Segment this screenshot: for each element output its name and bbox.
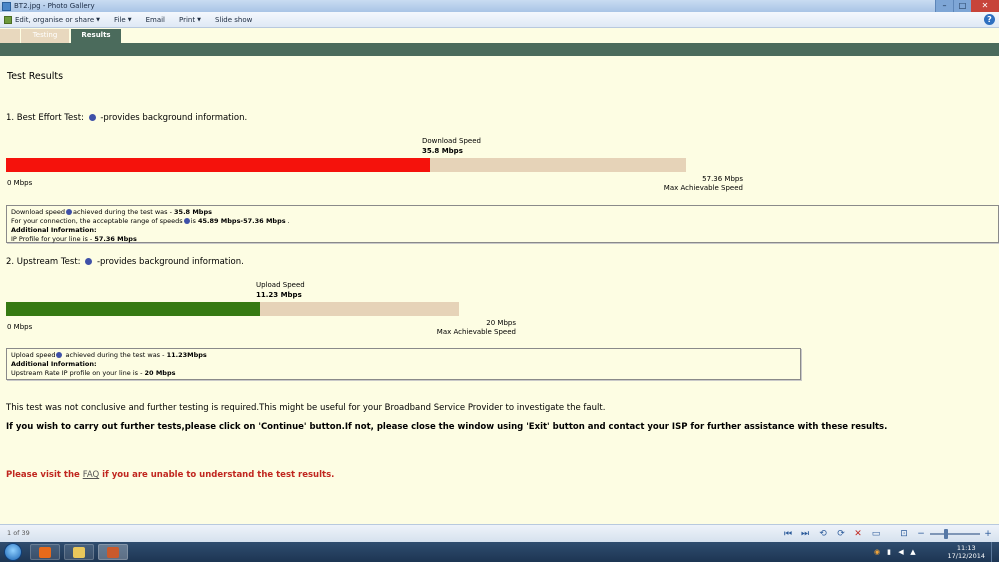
minimize-icon[interactable]: – — [935, 0, 953, 12]
maximize-icon[interactable]: □ — [953, 0, 971, 12]
upstream-title: 2. Upstream Test: -provides background i… — [6, 257, 244, 267]
taskbar-app-photo-gallery[interactable] — [98, 544, 128, 560]
start-button[interactable] — [4, 543, 22, 561]
print-menu-button[interactable]: Print ▼ — [179, 16, 201, 24]
taskbar-app-firefox[interactable] — [30, 544, 60, 560]
shield-icon[interactable]: ◉ — [873, 548, 881, 556]
zoom-slider[interactable] — [930, 533, 980, 535]
title-bar: BT2.jpg - Photo Gallery – □ ✕ — [0, 0, 999, 12]
instructions-message: If you wish to carry out further tests,p… — [6, 422, 888, 432]
chevron-down-icon: ▼ — [96, 16, 100, 23]
edit-share-icon — [4, 15, 12, 24]
close-icon[interactable]: ✕ — [971, 0, 999, 12]
page-title: Test Results — [7, 71, 64, 82]
faq-link[interactable]: FAQ — [83, 470, 99, 480]
tab-previous[interactable] — [0, 29, 20, 43]
zoom-in-icon[interactable]: + — [982, 528, 994, 540]
slide-show-button[interactable]: Slide show — [215, 16, 252, 24]
system-clock[interactable]: 11:13 17/12/2014 — [948, 544, 985, 560]
download-speed-fill — [6, 158, 431, 172]
show-desktop-button[interactable] — [991, 542, 999, 562]
edit-share-button[interactable]: Edit, organise or share ▼ — [4, 15, 100, 24]
tab-band — [0, 43, 999, 56]
tab-strip: Testing Results — [0, 29, 999, 43]
download-speed-bar — [6, 158, 686, 172]
info-icon[interactable] — [66, 209, 73, 215]
info-icon[interactable] — [183, 218, 190, 224]
download-speed-caption: Download Speed 35.8 Mbps — [422, 137, 481, 155]
email-button[interactable]: Email — [146, 16, 165, 24]
upload-scale-min: 0 Mbps — [7, 323, 33, 331]
flag-icon[interactable]: ▲ — [909, 548, 917, 556]
chevron-down-icon: ▼ — [127, 16, 132, 23]
file-menu-button[interactable]: File ▼ — [114, 16, 132, 24]
zoom-out-icon[interactable]: − — [915, 528, 927, 540]
photo-gallery-task-icon — [107, 547, 119, 558]
image-counter: 1 of 39 — [7, 529, 30, 537]
next-icon[interactable]: ⏭ — [799, 528, 811, 540]
gallery-controls-bar: 1 of 39 ⏮ ⏭ ⟲ ⟳ ✕ ▭ ⊡ − + — [0, 524, 999, 542]
info-icon[interactable] — [56, 352, 63, 358]
window-controls: – □ ✕ — [935, 0, 999, 12]
rotate-left-icon[interactable]: ⟲ — [817, 528, 829, 540]
help-icon[interactable]: ? — [984, 14, 995, 25]
upload-speed-caption: Upload Speed 11.23 Mbps — [256, 281, 305, 299]
taskbar: ◉ ▮ ◀ ▲ 11:13 17/12/2014 — [0, 542, 999, 562]
volume-icon[interactable]: ◀ — [897, 548, 905, 556]
network-icon[interactable]: ▮ — [885, 548, 893, 556]
upload-scale-max: 20 Mbps Max Achievable Speed — [436, 319, 516, 336]
taskbar-app-explorer[interactable] — [64, 544, 94, 560]
actual-size-icon[interactable]: ⊡ — [898, 528, 910, 540]
command-bar: Edit, organise or share ▼ File ▼ Email P… — [0, 12, 999, 28]
firefox-icon — [39, 547, 51, 558]
upload-speed-fill — [6, 302, 261, 316]
tab-results[interactable]: Results — [71, 29, 121, 43]
download-scale-min: 0 Mbps — [7, 179, 33, 187]
download-scale-max: 57.36 Mbps Max Achievable Speed — [663, 175, 743, 192]
zoom-slider-thumb[interactable] — [944, 529, 948, 539]
best-effort-title: 1. Best Effort Test: -provides backgroun… — [6, 113, 248, 123]
explorer-folder-icon — [73, 547, 85, 558]
faq-message: Please visit the FAQ if you are unable t… — [6, 470, 335, 480]
photo-gallery-icon — [2, 1, 11, 11]
upload-info-box: Upload speed achieved during the test wa… — [6, 348, 801, 380]
window-title: BT2.jpg - Photo Gallery — [14, 2, 95, 10]
system-tray: ◉ ▮ ◀ ▲ 11:13 17/12/2014 — [869, 542, 999, 562]
chevron-down-icon: ▼ — [197, 16, 201, 23]
play-slideshow-icon[interactable]: ▭ — [870, 528, 882, 540]
inconclusive-message: This test was not conclusive and further… — [6, 403, 606, 413]
download-info-box: Download speed achieved during the test w… — [6, 205, 999, 243]
tab-testing[interactable]: Testing — [21, 29, 69, 43]
rotate-right-icon[interactable]: ⟳ — [835, 528, 847, 540]
upload-speed-bar — [6, 302, 459, 316]
info-icon[interactable] — [85, 258, 93, 265]
info-icon[interactable] — [88, 114, 96, 121]
delete-icon[interactable]: ✕ — [852, 528, 864, 540]
first-icon[interactable]: ⏮ — [782, 528, 794, 540]
